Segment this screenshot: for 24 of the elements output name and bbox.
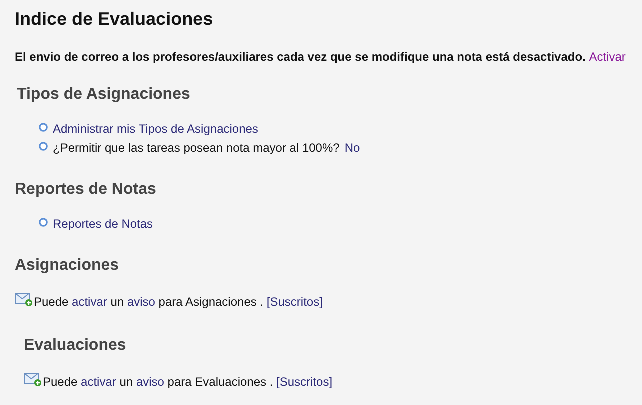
bullet-icon bbox=[39, 218, 48, 226]
bullet-icon bbox=[39, 142, 48, 150]
list-link[interactable]: Reportes de Notas bbox=[53, 215, 154, 234]
notice-link[interactable]: activar bbox=[81, 375, 116, 389]
section-heading: Evaluaciones bbox=[24, 337, 128, 355]
notice-link[interactable]: [Suscritos] bbox=[276, 375, 333, 389]
mail-add-icon bbox=[15, 293, 33, 307]
notice-link[interactable]: [Suscritos] bbox=[266, 295, 323, 309]
activate-link[interactable]: Activar bbox=[589, 50, 626, 64]
mail-add-icon bbox=[24, 373, 42, 387]
list-link[interactable]: No bbox=[344, 139, 360, 158]
list-text: ¿Permitir que las tareas posean nota mayor al 100%? bbox=[53, 140, 340, 157]
section-heading: Reportes de Notas bbox=[15, 181, 158, 199]
section-heading: Asignaciones bbox=[15, 257, 120, 275]
page-title: Indice de Evaluaciones bbox=[15, 9, 214, 30]
notice-link[interactable]: aviso bbox=[136, 375, 164, 389]
subscription-notice-text: Puede activar un aviso para Asignaciones . [Suscritos] bbox=[34, 295, 323, 309]
list-link[interactable]: Administrar mis Tipos de Asignaciones bbox=[53, 120, 258, 139]
notice-link[interactable]: aviso bbox=[127, 295, 156, 309]
notice-link[interactable]: activar bbox=[72, 295, 108, 309]
subscription-notice-text: Puede activar un aviso para Evaluaciones . [Suscritos] bbox=[43, 375, 333, 389]
mail-notice-text: El envio de correo a los profesores/auxiliares cada vez que se modifique una nota está desactivado. Activar bbox=[15, 50, 627, 64]
bullet-icon bbox=[39, 122, 48, 132]
section-heading: Tipos de Asignaciones bbox=[17, 86, 192, 104]
